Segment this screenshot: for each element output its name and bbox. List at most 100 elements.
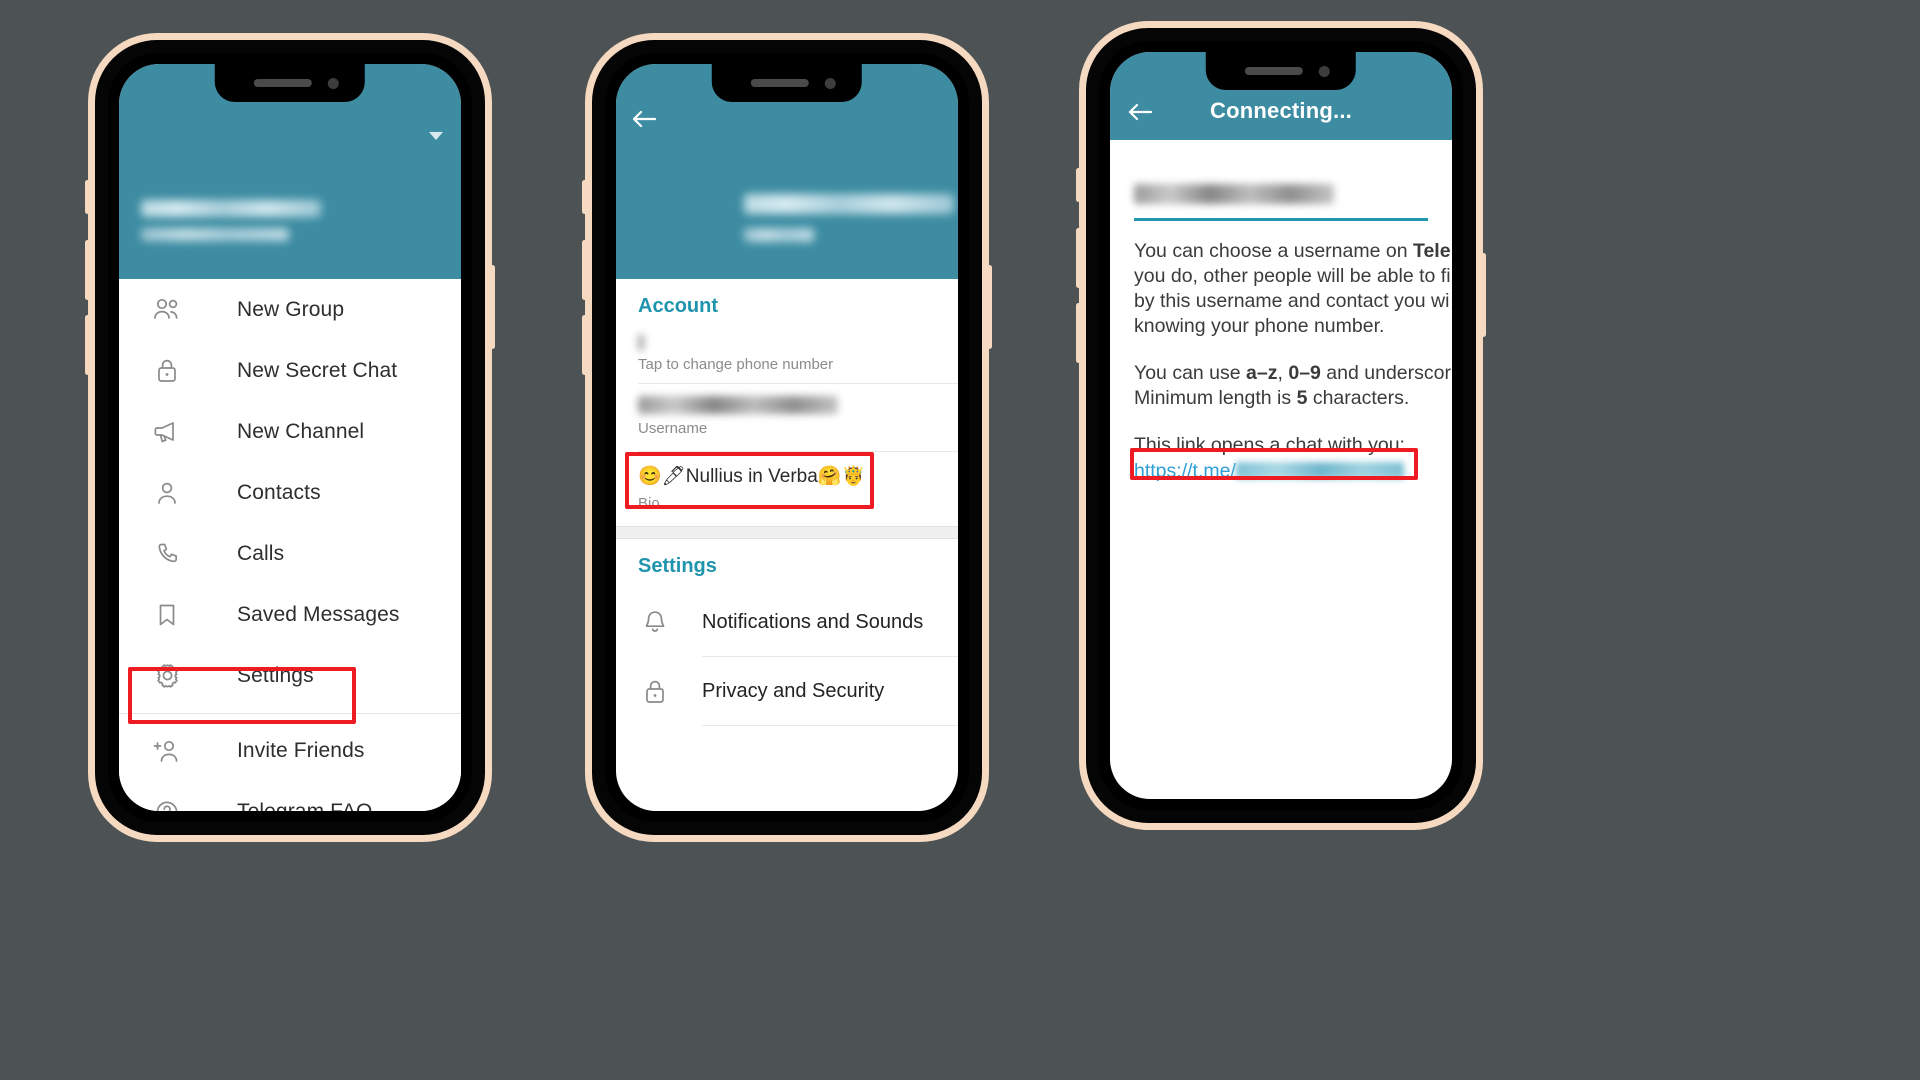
notch (1205, 52, 1357, 90)
settings-section: Settings Notifications and Sounds Privac… (616, 539, 958, 726)
help-paragraph: This link opens a chat with you: (1110, 411, 1452, 458)
menu-item-label: Telegram FAQ (237, 799, 373, 812)
bookmark-icon (147, 599, 187, 631)
username-row[interactable]: Username (616, 384, 958, 451)
lock-icon (147, 355, 187, 387)
volume-up-button[interactable] (1076, 228, 1081, 288)
menu-item-label: Contacts (237, 480, 321, 504)
front-camera-icon (328, 78, 340, 89)
menu-item-settings[interactable]: Settings (119, 645, 461, 706)
profile-name-redacted (141, 200, 321, 217)
username-caption: Username (638, 420, 708, 437)
page-title: Connecting... (1210, 98, 1352, 123)
question-circle-icon (147, 796, 187, 811)
lock-icon (638, 678, 672, 705)
settings-item-label: Notifications and Sounds (702, 610, 924, 633)
help-text: You can choose a username on (1134, 240, 1413, 262)
help-text: This link opens a chat with you: (1134, 434, 1405, 456)
phone-number-caption: Tap to change phone number (638, 356, 834, 373)
help-text: by this username and contact you wi (1134, 290, 1450, 312)
phone-3-screen: Connecting... You can choose a username … (1110, 52, 1452, 799)
help-line: You can use a–z, 0–9 and underscor (1134, 361, 1452, 386)
phone-device-2: Account Tap to change phone number Usern… (582, 40, 992, 835)
help-text: characters. (1307, 387, 1410, 409)
gear-icon (147, 660, 187, 692)
section-divider (616, 526, 958, 539)
help-paragraph: You can use a–z, 0–9 and underscor Minimu… (1110, 339, 1452, 411)
power-button[interactable] (987, 265, 992, 349)
account-section-title: Account (638, 295, 718, 317)
phone-2-body: Account Tap to change phone number Usern… (605, 53, 969, 822)
mute-switch[interactable] (1076, 168, 1081, 202)
menu-item-invite-friends[interactable]: Invite Friends (119, 720, 461, 781)
megaphone-icon (147, 416, 187, 448)
menu-item-calls[interactable]: Calls (119, 523, 461, 584)
help-text: , (1277, 362, 1289, 384)
username-link-suffix-redacted (1235, 462, 1404, 479)
help-text: and underscor (1320, 362, 1451, 384)
earpiece-speaker (254, 79, 313, 87)
profile-status-redacted (744, 228, 814, 242)
chevron-down-icon[interactable] (429, 132, 443, 140)
volume-down-button[interactable] (1076, 303, 1081, 363)
menu-divider (119, 713, 461, 714)
add-person-icon (147, 735, 187, 767)
two-people-icon (147, 294, 187, 326)
menu-item-label: Invite Friends (237, 738, 365, 762)
person-icon (147, 477, 187, 509)
menu-item-label: New Channel (237, 419, 365, 443)
volume-up-button[interactable] (85, 240, 90, 300)
menu-item-label: Calls (237, 541, 285, 565)
help-line: You can choose a username on Tele (1134, 239, 1452, 264)
volume-down-button[interactable] (85, 315, 90, 375)
username-input[interactable] (1110, 140, 1452, 204)
profile-name-redacted (744, 194, 954, 214)
settings-item-privacy[interactable]: Privacy and Security (616, 657, 958, 725)
phone-3-body: Connecting... You can choose a username … (1099, 41, 1463, 810)
help-text: you do, other people will be able to fi (1134, 265, 1451, 287)
menu-item-label: Saved Messages (237, 602, 400, 626)
power-button[interactable] (490, 265, 495, 349)
menu-item-contacts[interactable]: Contacts (119, 462, 461, 523)
mute-switch[interactable] (582, 180, 587, 214)
help-text-bold: Tele (1412, 240, 1451, 262)
help-line: This link opens a chat with you: (1134, 433, 1452, 458)
username-link-row[interactable]: https://t.me/ (1110, 458, 1452, 483)
menu-item-new-secret-chat[interactable]: New Secret Chat (119, 340, 461, 401)
help-line: Minimum length is 5 characters. (1134, 386, 1452, 411)
phone-number-value-redacted (638, 334, 644, 351)
help-line: you do, other people will be able to fi (1134, 264, 1452, 289)
phone-device-3: Connecting... You can choose a username … (1076, 28, 1486, 823)
account-section: Account Tap to change phone number Usern… (616, 279, 958, 526)
mute-switch[interactable] (85, 180, 90, 214)
username-link-prefix: https://t.me/ (1134, 460, 1236, 482)
help-line: knowing your phone number. (1134, 314, 1452, 339)
menu-item-new-channel[interactable]: New Channel (119, 401, 461, 462)
power-button[interactable] (1481, 253, 1486, 337)
volume-down-button[interactable] (582, 315, 587, 375)
notch (214, 64, 366, 102)
help-text: knowing your phone number. (1134, 315, 1385, 337)
menu-item-telegram-faq[interactable]: Telegram FAQ (119, 781, 461, 811)
phone-icon (147, 538, 187, 570)
bell-icon (638, 608, 672, 636)
menu-item-label: New Group (237, 297, 345, 321)
menu-item-saved-messages[interactable]: Saved Messages (119, 584, 461, 645)
avatar[interactable] (628, 162, 738, 279)
help-text: You can use (1134, 362, 1247, 384)
help-text-bold: 0–9 (1288, 362, 1321, 384)
volume-up-button[interactable] (582, 240, 587, 300)
back-arrow-icon[interactable] (630, 107, 658, 131)
menu-item-label: New Secret Chat (237, 358, 398, 382)
profile-phone-redacted (141, 228, 289, 241)
settings-section-title: Settings (638, 555, 717, 577)
username-input-value-redacted (1134, 184, 1334, 204)
bio-row[interactable]: 😊🖊Nullius in Verba🤗🤴 Bio (616, 452, 958, 526)
username-value-redacted (638, 396, 838, 414)
menu-item-new-group[interactable]: New Group (119, 279, 461, 340)
settings-item-notifications[interactable]: Notifications and Sounds (616, 588, 958, 656)
phone-1-body: New Group New Secret Chat New Channel Co… (108, 53, 472, 822)
username-help-text: You can choose a username on Tele you do,… (1110, 221, 1452, 458)
earpiece-speaker (751, 79, 810, 87)
phone-number-row[interactable]: Tap to change phone number (616, 328, 958, 383)
